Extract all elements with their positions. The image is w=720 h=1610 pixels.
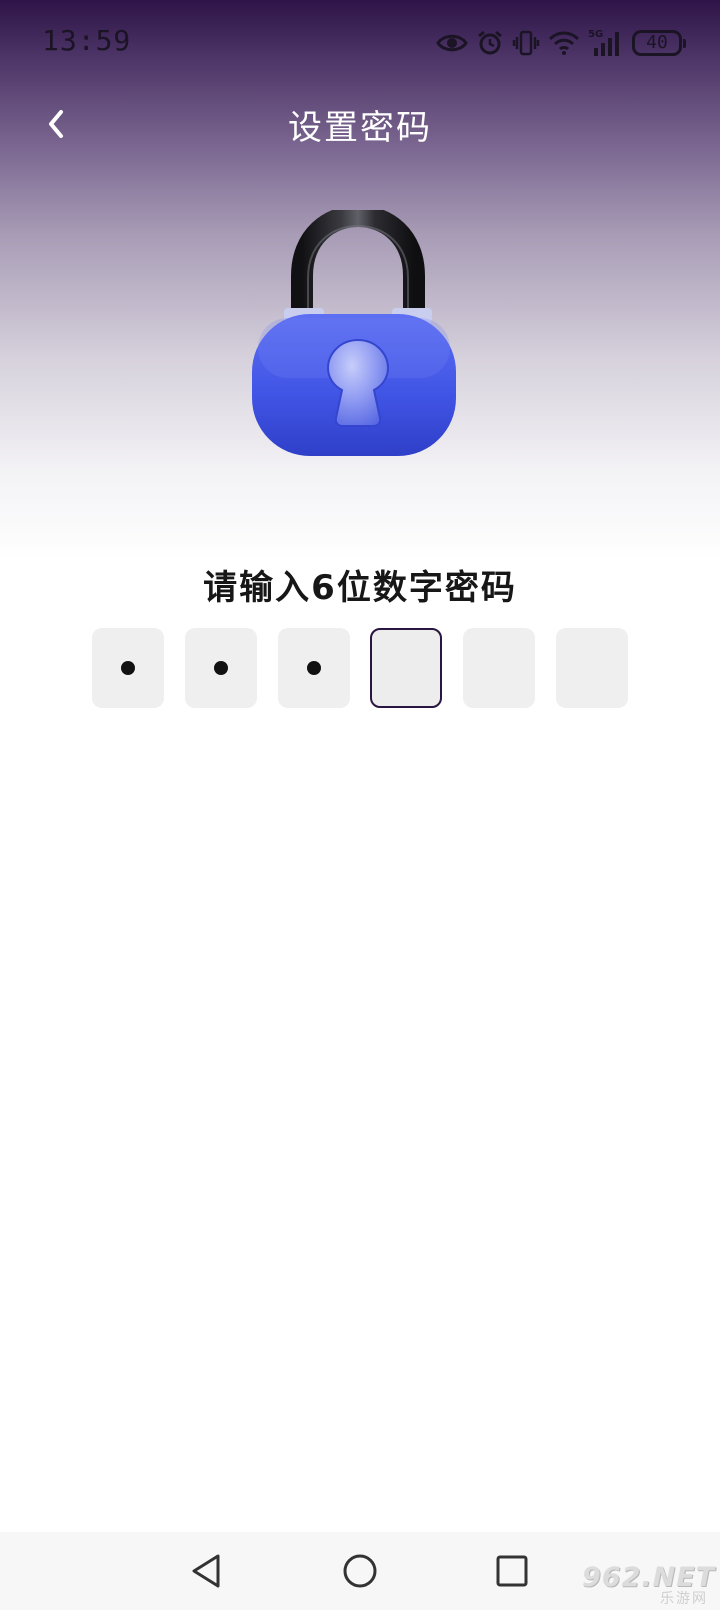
status-icons: 5G 40 [436, 28, 686, 58]
code-digit-box-4[interactable] [370, 628, 443, 708]
eye-icon [436, 32, 468, 54]
nav-back-button[interactable] [177, 1542, 235, 1600]
code-digit-box-1[interactable] [92, 628, 164, 708]
vibrate-icon [512, 29, 540, 57]
code-digit-box-5[interactable] [463, 628, 536, 708]
network-type-label: 5G [588, 29, 603, 40]
padlock-icon [250, 204, 466, 470]
battery-icon: 40 [632, 30, 686, 56]
wifi-icon [548, 30, 580, 56]
system-navigation-bar [0, 1532, 720, 1610]
square-recent-icon [496, 1555, 528, 1587]
signal-icon: 5G [588, 28, 624, 58]
nav-recent-apps-button[interactable] [483, 1542, 541, 1600]
circle-home-icon [343, 1554, 377, 1588]
status-time: 13:59 [42, 24, 132, 57]
filled-dot-icon [306, 661, 321, 675]
status-bar: 13:59 5G 40 [0, 0, 720, 86]
page-title: 设置密码 [288, 108, 432, 148]
nav-home-button[interactable] [331, 1542, 389, 1600]
page-header: 设置密码 [0, 86, 720, 158]
code-digit-box-3[interactable] [277, 628, 350, 708]
alarm-icon [476, 29, 504, 57]
code-digit-box-6[interactable] [555, 628, 628, 708]
filled-dot-icon [213, 661, 228, 675]
triangle-back-icon [192, 1554, 220, 1588]
password-input[interactable] [92, 628, 628, 708]
code-digit-box-2[interactable] [184, 628, 257, 708]
filled-dot-icon [121, 661, 135, 675]
password-prompt: 请输入6位数字密码 [203, 568, 517, 608]
battery-level: 40 [646, 32, 668, 53]
